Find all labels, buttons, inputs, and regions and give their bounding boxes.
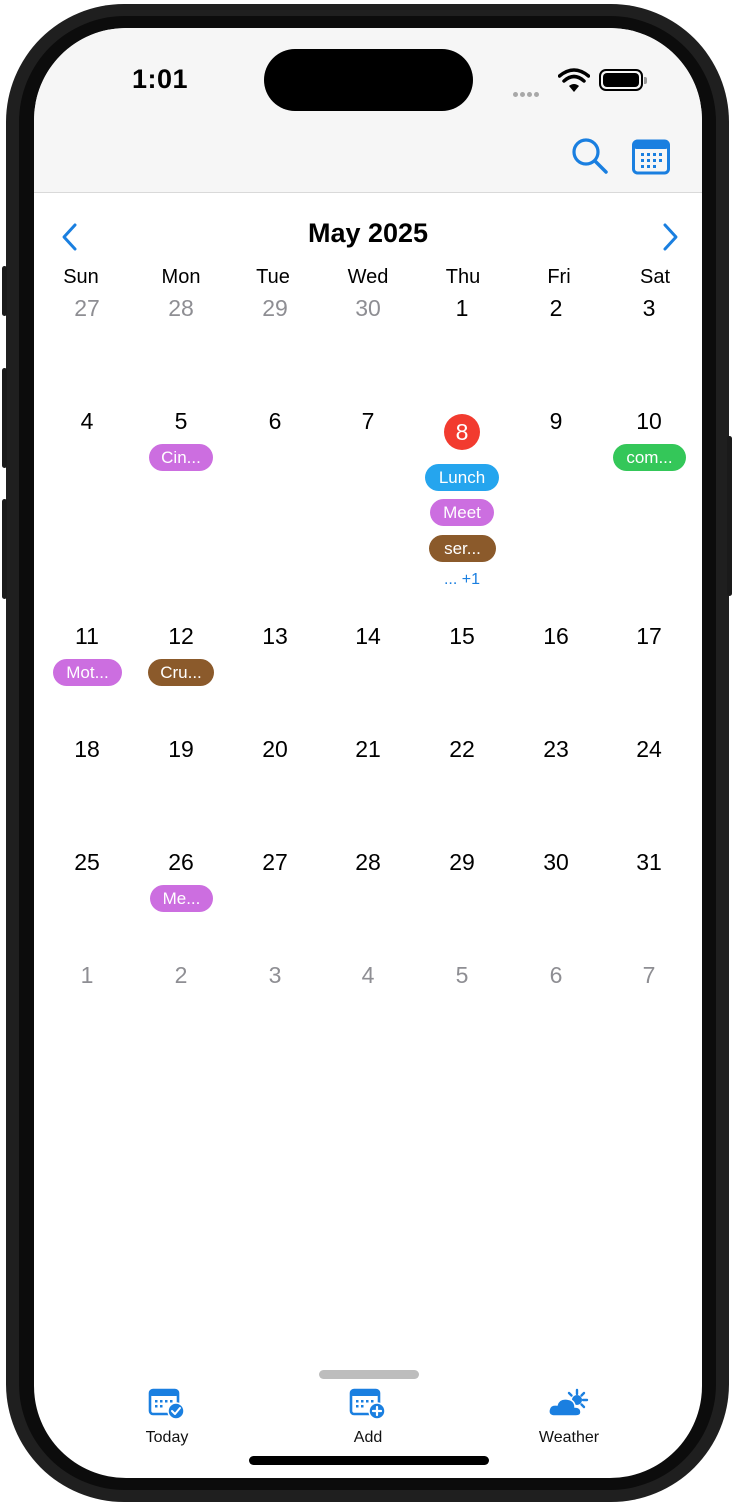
- next-month-chevron-icon[interactable]: [654, 222, 684, 252]
- day-cell[interactable]: 2: [509, 295, 603, 322]
- dynamic-island: [264, 49, 473, 111]
- weekday-label: Sun: [63, 266, 99, 288]
- search-icon[interactable]: [571, 137, 609, 175]
- today-day-badge[interactable]: 8: [444, 414, 480, 450]
- calendar-icon[interactable]: [632, 139, 670, 175]
- day-cell[interactable]: 3: [602, 295, 696, 322]
- day-cell[interactable]: 17: [602, 623, 696, 650]
- day-cell[interactable]: 4: [40, 408, 134, 435]
- cellular-signal-icon: [513, 84, 541, 102]
- month-navigation: May 2025: [34, 216, 702, 256]
- day-cell[interactable]: 1: [415, 295, 509, 322]
- month-title: May 2025: [307, 218, 429, 248]
- battery-icon: [599, 69, 647, 91]
- tab-add[interactable]: Add: [308, 1388, 428, 1447]
- day-cell[interactable]: 23: [509, 736, 603, 763]
- calendar-add-icon: [349, 1388, 386, 1420]
- day-cell[interactable]: 27: [40, 295, 134, 322]
- day-cell[interactable]: 7: [602, 962, 696, 989]
- mute-switch: [2, 266, 7, 316]
- day-cell[interactable]: 6: [509, 962, 603, 989]
- tab-today-label: Today: [145, 1429, 189, 1446]
- wifi-icon: [558, 68, 590, 92]
- day-cell[interactable]: 19: [134, 736, 228, 763]
- tab-add-label: Add: [353, 1429, 383, 1446]
- day-cell[interactable]: 27: [228, 849, 322, 876]
- day-cell[interactable]: 13: [228, 623, 322, 650]
- day-cell[interactable]: 22: [415, 736, 509, 763]
- day-cell[interactable]: 28: [134, 295, 228, 322]
- day-cell[interactable]: 10: [602, 408, 696, 435]
- day-cell[interactable]: 5: [415, 962, 509, 989]
- day-cell[interactable]: 2: [134, 962, 228, 989]
- day-cell[interactable]: 20: [228, 736, 322, 763]
- event-pill[interactable]: ser...: [429, 535, 496, 562]
- day-cell[interactable]: 9: [509, 408, 603, 435]
- calendar-checkmark-icon: [148, 1388, 185, 1420]
- event-pill[interactable]: com...: [613, 444, 686, 471]
- day-cell[interactable]: 24: [602, 736, 696, 763]
- weekday-label: Sat: [639, 266, 671, 288]
- cloud-sun-icon: [548, 1388, 589, 1417]
- day-cell[interactable]: 14: [321, 623, 415, 650]
- weekday-label: Wed: [347, 266, 389, 288]
- tab-weather[interactable]: Weather: [509, 1388, 629, 1447]
- event-pill[interactable]: Lunch: [425, 464, 499, 491]
- top-bar: 1:01: [34, 28, 702, 193]
- weekday-label: Tue: [256, 266, 290, 288]
- more-events-link[interactable]: ... +1: [429, 571, 495, 589]
- day-cell[interactable]: 5: [134, 408, 228, 435]
- volume-up-button: [2, 368, 7, 468]
- tab-today[interactable]: Today: [107, 1388, 227, 1447]
- day-cell[interactable]: 1: [40, 962, 134, 989]
- weekday-label: Thu: [445, 266, 481, 288]
- day-cell[interactable]: 18: [40, 736, 134, 763]
- day-cell[interactable]: 29: [228, 295, 322, 322]
- event-pill[interactable]: Meet: [430, 499, 494, 526]
- day-cell[interactable]: 26: [134, 849, 228, 876]
- day-cell[interactable]: 3: [228, 962, 322, 989]
- day-cell[interactable]: 31: [602, 849, 696, 876]
- day-cell[interactable]: 12: [134, 623, 228, 650]
- event-pill[interactable]: Me...: [150, 885, 213, 912]
- status-time: 1:01: [132, 64, 189, 94]
- day-cell[interactable]: 16: [509, 623, 603, 650]
- volume-down-button: [2, 499, 7, 599]
- day-cell[interactable]: 21: [321, 736, 415, 763]
- day-cell[interactable]: 11: [40, 623, 134, 650]
- home-indicator[interactable]: [249, 1456, 489, 1465]
- event-pill[interactable]: Cru...: [148, 659, 214, 686]
- day-cell[interactable]: 4: [321, 962, 415, 989]
- weekday-label: Fri: [547, 266, 571, 288]
- weekday-label: Mon: [161, 266, 201, 288]
- day-cell[interactable]: 15: [415, 623, 509, 650]
- app-screen: 1:01 May 2025 Sun Mon Tue Wed Thu Fri Sa…: [34, 28, 702, 1478]
- sheet-grabber[interactable]: [319, 1370, 419, 1379]
- event-pill[interactable]: Mot...: [53, 659, 122, 686]
- power-button: [727, 436, 732, 596]
- day-cell[interactable]: 30: [509, 849, 603, 876]
- day-cell[interactable]: 7: [321, 408, 415, 435]
- tab-weather-label: Weather: [538, 1429, 600, 1446]
- weekday-header: Sun Mon Tue Wed Thu Fri Sat: [34, 266, 702, 294]
- day-cell[interactable]: 6: [228, 408, 322, 435]
- day-cell[interactable]: 25: [40, 849, 134, 876]
- day-cell[interactable]: 29: [415, 849, 509, 876]
- event-pill[interactable]: Cin...: [149, 444, 213, 471]
- day-cell[interactable]: 30: [321, 295, 415, 322]
- day-cell[interactable]: 28: [321, 849, 415, 876]
